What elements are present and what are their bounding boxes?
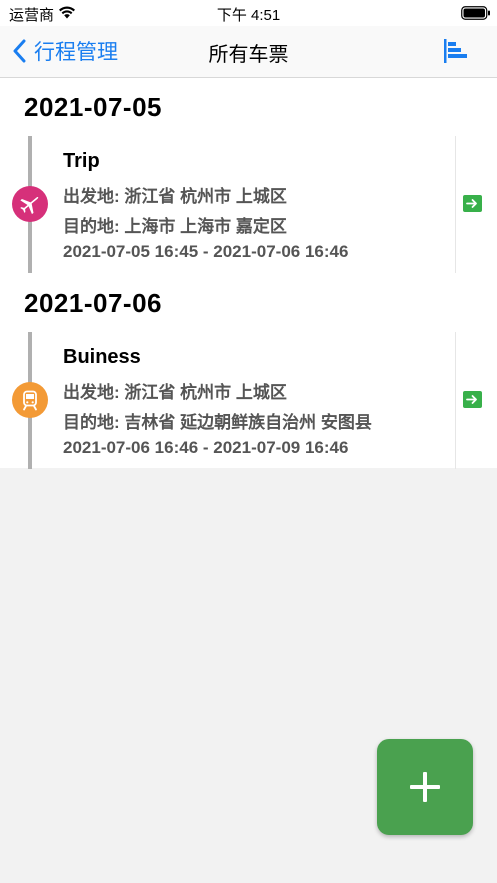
- ticket-departure: 出发地: 浙江省 杭州市 上城区: [63, 383, 287, 402]
- arrow-right-box-icon[interactable]: [463, 391, 482, 408]
- train-icon: [23, 390, 37, 411]
- page-title: 所有车票: [208, 44, 289, 66]
- ticket-departure: 出发地: 浙江省 杭州市 上城区: [63, 187, 287, 206]
- add-ticket-button[interactable]: [377, 739, 473, 835]
- bar-chart-icon: [444, 39, 467, 63]
- ticket-destination: 目的地: 上海市 上海市 嘉定区: [63, 217, 287, 236]
- ticket-list: 2021-07-05 Trip 出发地: 浙江省 杭州市 上城区 目的地: 上海…: [0, 78, 497, 469]
- ticket-name: Trip: [63, 150, 100, 172]
- battery-icon: [461, 6, 490, 20]
- section-date-header: 2021-07-05: [24, 92, 162, 122]
- arrow-right-box-icon[interactable]: [463, 195, 482, 212]
- section-date-header: 2021-07-06: [24, 288, 162, 318]
- airplane-icon: [20, 197, 39, 215]
- ticket-divider: [455, 136, 456, 273]
- ticket-time-range: 2021-07-06 16:46 - 2021-07-09 16:46: [63, 438, 349, 457]
- ticket-divider: [455, 332, 456, 469]
- ticket-row[interactable]: Trip 出发地: 浙江省 杭州市 上城区 目的地: 上海市 上海市 嘉定区 2…: [0, 136, 497, 273]
- status-bar: 运营商 下午 4:51: [0, 0, 497, 26]
- ticket-row[interactable]: Buiness 出发地: 浙江省 杭州市 上城区 目的地: 吉林省 延边朝鲜族自…: [0, 332, 497, 469]
- ticket-time-range: 2021-07-05 16:45 - 2021-07-06 16:46: [63, 242, 349, 261]
- ticket-name: Buiness: [63, 346, 141, 368]
- navigation-bar: 行程管理 所有车票: [0, 26, 497, 78]
- ticket-type-badge: [12, 382, 48, 418]
- plus-icon: [410, 772, 440, 802]
- sort-button[interactable]: [443, 38, 469, 69]
- status-time: 下午 4:51: [216, 7, 281, 24]
- ticket-type-badge: [12, 186, 48, 222]
- ticket-destination: 目的地: 吉林省 延边朝鲜族自治州 安图县: [63, 413, 372, 432]
